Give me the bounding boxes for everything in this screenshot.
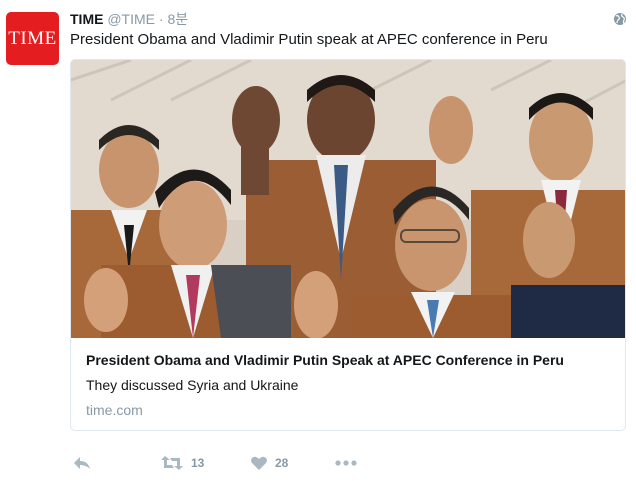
author-handle[interactable]: @TIME	[107, 11, 155, 27]
tweet-text: President Obama and Vladimir Putin speak…	[70, 31, 548, 48]
heart-icon	[251, 456, 267, 470]
like-count: 28	[275, 456, 289, 470]
card-photo[interactable]	[71, 60, 626, 338]
card-title[interactable]: President Obama and Vladimir Putin Speak…	[86, 352, 564, 368]
avatar-logo-text: TIME	[8, 27, 57, 49]
retweet-icon	[161, 456, 183, 470]
tweet-actions: 13 28	[70, 452, 370, 474]
reply-icon	[74, 457, 90, 469]
tweet-timestamp[interactable]: 8분	[167, 11, 188, 27]
link-card[interactable]: President Obama and Vladimir Putin Speak…	[70, 59, 626, 431]
more-icon	[335, 460, 357, 466]
retweet-button[interactable]: 13	[160, 452, 204, 474]
card-description: They discussed Syria and Ukraine	[86, 377, 299, 393]
retweet-count: 13	[191, 456, 205, 470]
author-name[interactable]: TIME	[70, 11, 103, 27]
reply-button[interactable]	[72, 452, 92, 474]
header-separator: ·	[158, 11, 164, 27]
like-button[interactable]: 28	[250, 452, 288, 474]
globe-icon	[614, 13, 626, 25]
more-button[interactable]	[335, 452, 357, 474]
avatar[interactable]: TIME	[6, 12, 59, 65]
card-domain[interactable]: time.com	[86, 402, 143, 418]
tweet-header: TIME @TIME · 8분	[70, 10, 188, 28]
